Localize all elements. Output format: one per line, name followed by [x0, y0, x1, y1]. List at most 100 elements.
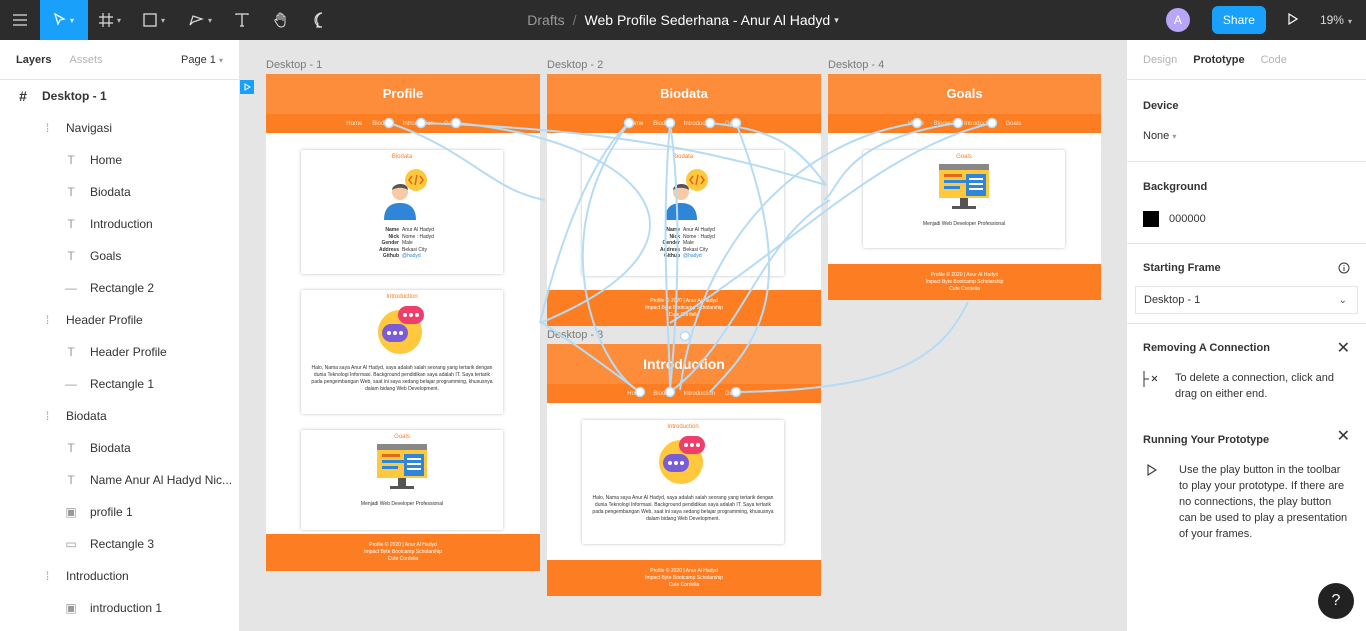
- layer-row[interactable]: T Goals: [0, 240, 239, 272]
- layer-row[interactable]: — Rectangle 2: [0, 272, 239, 304]
- move-tool-button[interactable]: ▾: [40, 0, 88, 40]
- layer-row[interactable]: ⁞ Introduction: [0, 560, 239, 592]
- text-icon: T: [67, 249, 75, 263]
- shape-tool-button[interactable]: ▾: [132, 0, 176, 40]
- layer-label: profile 1: [90, 505, 133, 519]
- connection-line[interactable]: [669, 122, 679, 391]
- connection-handle[interactable]: [952, 117, 964, 129]
- chevron-down-icon: ⌄: [1338, 294, 1347, 306]
- layer-row[interactable]: ▣ profile 1: [0, 496, 239, 528]
- connection-line[interactable]: [669, 199, 831, 393]
- text-icon: T: [67, 473, 75, 487]
- prototype-connections: [383, 117, 998, 398]
- chevron-down-icon[interactable]: ▾: [834, 15, 839, 26]
- toolbar: ▾ ▾ ▾ ▾ Drafts / Web Profile Sederhana -…: [0, 0, 1366, 40]
- document-title[interactable]: Web Profile Sederhana - Anur Al Hadyd: [585, 12, 831, 28]
- line-icon: —: [65, 377, 77, 391]
- help-button[interactable]: ?: [1318, 583, 1354, 619]
- text-icon: T: [67, 153, 75, 167]
- connection-line[interactable]: [823, 122, 959, 201]
- background-hex[interactable]: 000000: [1169, 213, 1206, 225]
- canvas[interactable]: Desktop - 1ProfileHomeBiodataIntroductio…: [240, 40, 1126, 631]
- connection-line[interactable]: [709, 122, 771, 393]
- connection-handle[interactable]: [730, 386, 742, 398]
- connection-line[interactable]: [455, 122, 651, 324]
- text-tool-button[interactable]: [224, 0, 260, 40]
- connection-handle[interactable]: [664, 386, 676, 398]
- connection-line[interactable]: [420, 122, 827, 186]
- play-button[interactable]: [1288, 12, 1299, 28]
- background-heading: Background: [1143, 181, 1208, 193]
- color-swatch[interactable]: [1143, 211, 1159, 227]
- layer-row[interactable]: — Rectangle 1: [0, 368, 239, 400]
- group-icon: ⁞: [45, 313, 49, 327]
- connection-line[interactable]: [664, 122, 671, 393]
- connection-handle[interactable]: [634, 386, 646, 398]
- layer-label: Goals: [90, 249, 122, 263]
- layer-row[interactable]: ⁞ Navigasi: [0, 112, 239, 144]
- layer-row[interactable]: T Biodata: [0, 432, 239, 464]
- layer-label: Rectangle 3: [90, 537, 155, 551]
- group-icon: ⁞: [45, 409, 49, 423]
- tab-layers[interactable]: Layers: [16, 54, 51, 66]
- page-selector[interactable]: Page 1 ▾: [181, 54, 223, 66]
- device-dropdown[interactable]: None ▾: [1143, 130, 1350, 142]
- connection-handle[interactable]: [383, 117, 395, 129]
- rectangle-icon: [143, 13, 157, 27]
- connection-handle[interactable]: [679, 330, 691, 342]
- breadcrumb-drafts[interactable]: Drafts: [527, 12, 564, 28]
- layer-label: Biodata: [66, 409, 107, 423]
- close-icon[interactable]: ✕: [1337, 338, 1350, 358]
- connection-line[interactable]: [541, 322, 641, 393]
- comment-tool-button[interactable]: [302, 0, 342, 40]
- close-icon[interactable]: ✕: [1337, 426, 1350, 446]
- connection-handle[interactable]: [664, 117, 676, 129]
- group-icon: ⁞: [45, 569, 49, 583]
- layer-row[interactable]: T Name Anur Al Hadyd Nic...: [0, 464, 239, 496]
- share-button[interactable]: Share: [1211, 6, 1266, 34]
- connection-handle[interactable]: [450, 117, 462, 129]
- tab-design[interactable]: Design: [1143, 54, 1177, 66]
- text-icon: [235, 13, 249, 27]
- tab-prototype[interactable]: Prototype: [1193, 54, 1244, 66]
- layer-row[interactable]: ▣ introduction 1: [0, 592, 239, 624]
- image-icon: ▣: [65, 601, 77, 615]
- device-heading: Device: [1143, 100, 1179, 112]
- layer-row[interactable]: ▭ Rectangle 3: [0, 528, 239, 560]
- main-menu-icon[interactable]: [0, 0, 40, 40]
- background-color-field[interactable]: 000000: [1143, 211, 1350, 227]
- connection-handle[interactable]: [911, 117, 923, 129]
- connection-handle[interactable]: [415, 117, 427, 129]
- layer-row[interactable]: ⁞ Biodata: [0, 400, 239, 432]
- connection-line[interactable]: [581, 122, 641, 393]
- starting-frame-select[interactable]: Desktop - 1 ⌄: [1135, 286, 1358, 314]
- cursor-icon: [54, 13, 66, 26]
- connection-line[interactable]: [388, 122, 546, 201]
- layer-label: Desktop - 1: [42, 89, 107, 103]
- tab-assets[interactable]: Assets: [69, 54, 102, 66]
- layer-row[interactable]: T Biodata: [0, 176, 239, 208]
- connection-line[interactable]: [709, 122, 827, 186]
- layer-row[interactable]: T Introduction: [0, 208, 239, 240]
- layer-row[interactable]: T Header Profile: [0, 336, 239, 368]
- layer-row[interactable]: T Home: [0, 144, 239, 176]
- tab-code[interactable]: Code: [1261, 54, 1287, 66]
- pen-tool-button[interactable]: ▾: [176, 0, 224, 40]
- connection-handle[interactable]: [730, 117, 742, 129]
- connection-line[interactable]: [679, 122, 918, 391]
- frame-tool-button[interactable]: ▾: [88, 0, 132, 40]
- connection-handle[interactable]: [704, 117, 716, 129]
- connection-handle[interactable]: [986, 117, 998, 129]
- zoom-dropdown[interactable]: 19% ▾: [1320, 13, 1352, 27]
- play-icon: [1147, 464, 1157, 476]
- hand-tool-button[interactable]: [260, 0, 302, 40]
- info-icon[interactable]: [1338, 262, 1350, 274]
- layer-row[interactable]: ⁞ Header Profile: [0, 304, 239, 336]
- connection-line[interactable]: [735, 301, 969, 393]
- layer-label: Biodata: [90, 441, 131, 455]
- connection-handle[interactable]: [623, 117, 635, 129]
- layer-row[interactable]: # Desktop - 1: [0, 80, 239, 112]
- avatar[interactable]: A: [1165, 8, 1190, 32]
- text-icon: T: [67, 217, 75, 231]
- comment-icon: [314, 12, 323, 28]
